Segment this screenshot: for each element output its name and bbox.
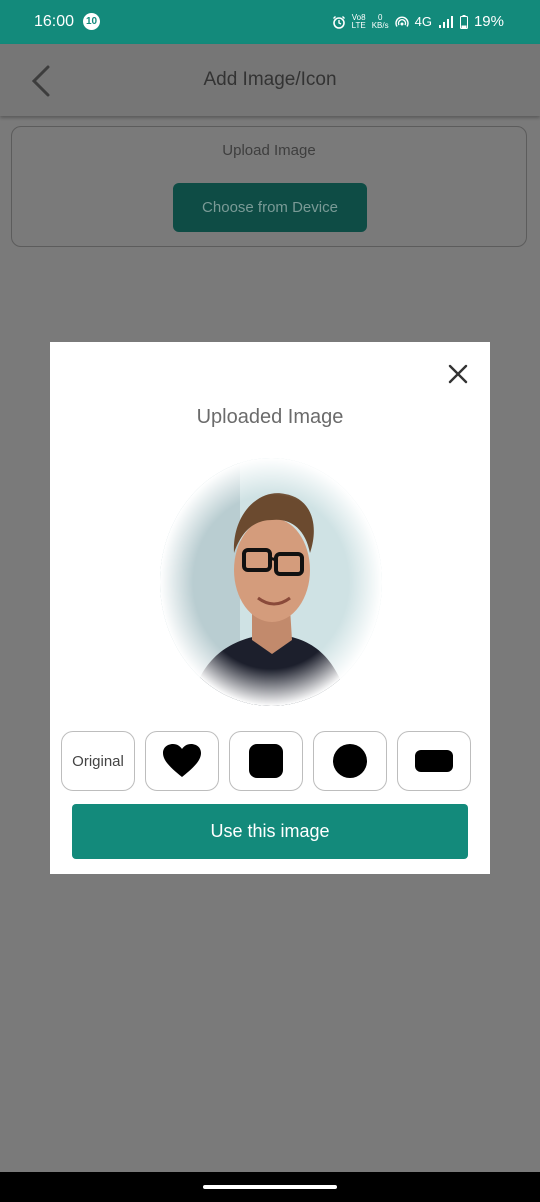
battery-percent: 19% — [473, 13, 504, 30]
volte-indicator: Vo8 LTE — [351, 12, 366, 30]
shape-rounded-rectangle-button[interactable] — [397, 731, 471, 791]
shape-circle-button[interactable] — [313, 731, 387, 791]
status-icons: Vo8 LTE 0 KB/s 4G 19% — [332, 13, 504, 30]
uploaded-photo-preview — [160, 458, 382, 706]
use-this-image-button[interactable]: Use this image — [72, 804, 468, 859]
shape-options: Original — [61, 731, 471, 791]
upload-image-card: Upload Image Choose from Device — [11, 126, 527, 247]
page-title: Add Image/Icon — [203, 69, 337, 90]
hotspot-icon — [394, 16, 409, 27]
rounded-square-icon — [249, 744, 283, 778]
uploaded-image-dialog: Uploaded Image Original Use this image — [50, 342, 490, 874]
circle-icon — [333, 744, 367, 778]
shape-heart-button[interactable] — [145, 731, 219, 791]
battery-icon — [459, 14, 468, 29]
notification-count-badge: 10 — [83, 13, 100, 30]
heart-icon — [163, 744, 201, 777]
navigation-bar — [0, 1172, 540, 1202]
shape-original-label: Original — [72, 752, 124, 770]
data-speed-indicator: 0 KB/s — [371, 12, 389, 30]
alarm-icon — [332, 15, 345, 29]
status-bar: 16:00 10 Vo8 LTE 0 KB/s 4G 19% — [0, 0, 540, 44]
rounded-rectangle-icon — [415, 750, 453, 772]
shape-rounded-square-button[interactable] — [229, 731, 303, 791]
shape-original-button[interactable]: Original — [61, 731, 135, 791]
home-gesture-pill[interactable] — [203, 1185, 337, 1189]
close-icon[interactable] — [446, 362, 470, 386]
choose-from-device-button[interactable]: Choose from Device — [173, 183, 367, 232]
signal-icon — [438, 15, 453, 28]
dialog-title: Uploaded Image — [196, 406, 344, 428]
portrait-image — [160, 458, 382, 706]
app-bar: Add Image/Icon — [0, 44, 540, 116]
status-time: 16:00 — [34, 13, 75, 30]
upload-image-label: Upload Image — [222, 142, 316, 159]
network-type: 4G — [414, 14, 432, 29]
